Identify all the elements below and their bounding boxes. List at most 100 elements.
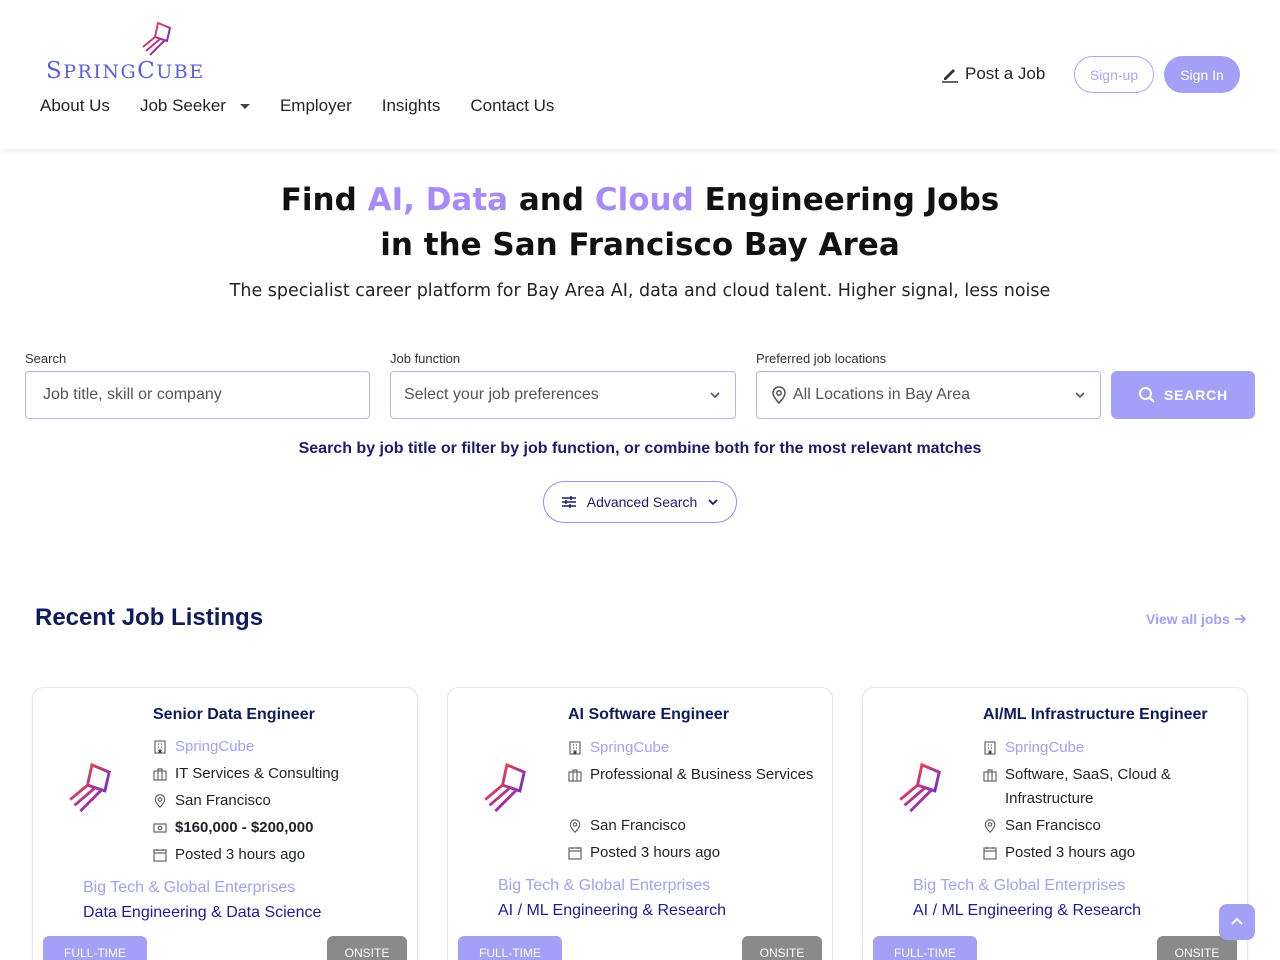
brand-wordmark: SPRINGCUBE [46, 58, 205, 84]
work-mode-badge: ONSITE [327, 936, 407, 960]
job-card[interactable]: Senior Data Engineer SpringCube IT Servi… [32, 687, 418, 960]
hero-line2: in the San Francisco Bay Area [380, 227, 900, 263]
briefcase-icon [983, 769, 997, 782]
search-input[interactable]: Job title, skill or company [25, 371, 370, 419]
industry-row: Professional & Business Services [568, 763, 818, 787]
brand-logo[interactable]: SPRINGCUBE [46, 20, 203, 84]
briefcase-icon [153, 768, 167, 781]
company-row: SpringCube [983, 736, 1233, 760]
employment-type-badge: FULL-TIME [458, 936, 562, 960]
industry: Professional & Business Services [590, 766, 814, 783]
search-button-label: SEARCH [1164, 387, 1228, 403]
nav-employer[interactable]: Employer [280, 96, 352, 116]
view-all-label: View all jobs [1146, 611, 1230, 627]
location-pin-icon [154, 794, 166, 808]
nav-job-seeker-label: Job Seeker [139, 96, 226, 115]
location-row: San Francisco [153, 789, 403, 813]
industry: Software, SaaS, Cloud & Infrastructure [1005, 766, 1171, 807]
location-pin-icon [772, 386, 786, 404]
company-row: SpringCube [153, 735, 403, 759]
company-category[interactable]: Big Tech & Global Enterprises [498, 877, 710, 895]
main-nav: About Us Job Seeker Employer Insights Co… [40, 96, 554, 116]
nav-contact-us[interactable]: Contact Us [470, 96, 554, 116]
signin-button[interactable]: Sign In [1164, 56, 1240, 93]
post-job-label: Post a Job [965, 64, 1046, 83]
company-category[interactable]: Big Tech & Global Enterprises [913, 877, 1125, 895]
posted-time: Posted 3 hours ago [590, 844, 721, 861]
chevron-down-icon [708, 499, 718, 506]
job-function-label: Job function [390, 351, 461, 366]
company-category[interactable]: Big Tech & Global Enterprises [83, 879, 295, 897]
briefcase-icon [568, 769, 582, 782]
posted-row: Posted 3 hours ago [983, 841, 1233, 865]
signup-button[interactable]: Sign-up [1074, 56, 1154, 93]
advanced-search-button[interactable]: Advanced Search [543, 481, 737, 523]
location-label: Preferred job locations [756, 351, 887, 366]
recent-listings-heading: Recent Job Listings [35, 604, 264, 631]
pencil-icon [942, 69, 958, 83]
company-logo-icon [484, 762, 526, 813]
employment-type-badge: FULL-TIME [873, 936, 977, 960]
caret-down-icon [239, 103, 250, 109]
building-icon [154, 740, 166, 754]
company-logo-icon [899, 762, 941, 813]
sliders-icon [561, 496, 576, 508]
job-function[interactable]: AI / ML Engineering & Research [498, 902, 726, 920]
industry: IT Services & Consulting [175, 765, 339, 782]
nav-insights[interactable]: Insights [382, 96, 441, 116]
calendar-icon [568, 847, 582, 860]
company-row: SpringCube [568, 736, 818, 760]
calendar-icon [153, 849, 167, 862]
job-title[interactable]: Senior Data Engineer [153, 706, 315, 724]
hero-title: Find AI, Data and Cloud Engineering Jobs… [0, 178, 1280, 268]
job-location: San Francisco [175, 792, 271, 809]
job-card[interactable]: AI/ML Infrastructure Engineer SpringCube… [862, 687, 1248, 960]
site-header: SPRINGCUBE About Us Job Seeker Employer … [0, 0, 1280, 149]
cash-icon [153, 823, 167, 833]
work-mode-badge: ONSITE [742, 936, 822, 960]
location-value: All Locations in Bay Area [793, 386, 970, 403]
company-name[interactable]: SpringCube [175, 735, 254, 759]
hero-word: Find [280, 182, 357, 218]
industry-row: Software, SaaS, Cloud & Infrastructure [983, 763, 1233, 811]
posted-row: Posted 3 hours ago [153, 843, 403, 867]
building-icon [984, 741, 996, 755]
posted-time: Posted 3 hours ago [175, 846, 306, 863]
industry-row: IT Services & Consulting [153, 762, 403, 786]
search-label: Search [25, 351, 67, 366]
search-button[interactable]: SEARCH [1111, 371, 1255, 419]
salary: $160,000 - $200,000 [175, 819, 314, 836]
job-title[interactable]: AI Software Engineer [568, 706, 729, 724]
chevron-down-icon [710, 392, 720, 399]
location-row: San Francisco [983, 814, 1233, 838]
location-row: San Francisco [568, 814, 818, 838]
location-pin-icon [984, 819, 996, 833]
job-card[interactable]: AI Software Engineer SpringCube Professi… [447, 687, 833, 960]
calendar-icon [983, 847, 997, 860]
job-title[interactable]: AI/ML Infrastructure Engineer [983, 706, 1208, 724]
nav-job-seeker[interactable]: Job Seeker [140, 96, 250, 116]
building-icon [569, 741, 581, 755]
arrow-right-icon [1234, 614, 1247, 624]
company-name[interactable]: SpringCube [1005, 736, 1084, 760]
nav-about-us[interactable]: About Us [40, 96, 110, 116]
chevron-up-icon [1231, 917, 1243, 925]
hero-accent-word: Cloud [594, 182, 694, 218]
hero-accent-word: AI, Data [367, 182, 509, 218]
location-pin-icon [569, 819, 581, 833]
posted-time: Posted 3 hours ago [1005, 844, 1136, 861]
location-select[interactable]: All Locations in Bay Area [756, 371, 1101, 419]
hero-word: and [518, 182, 585, 218]
job-function-value: Select your job preferences [404, 386, 599, 403]
job-function[interactable]: Data Engineering & Data Science [83, 904, 321, 922]
post-job-link[interactable]: Post a Job [941, 64, 1045, 84]
scroll-to-top-button[interactable] [1219, 904, 1255, 940]
posted-row: Posted 3 hours ago [568, 841, 818, 865]
chevron-down-icon [1075, 392, 1085, 399]
hero-subtitle: The specialist career platform for Bay A… [229, 281, 1051, 301]
job-location: San Francisco [590, 817, 686, 834]
company-name[interactable]: SpringCube [590, 736, 669, 760]
job-function-select[interactable]: Select your job preferences [390, 371, 736, 419]
job-function[interactable]: AI / ML Engineering & Research [913, 902, 1141, 920]
view-all-jobs-link[interactable]: View all jobs [1146, 611, 1247, 627]
